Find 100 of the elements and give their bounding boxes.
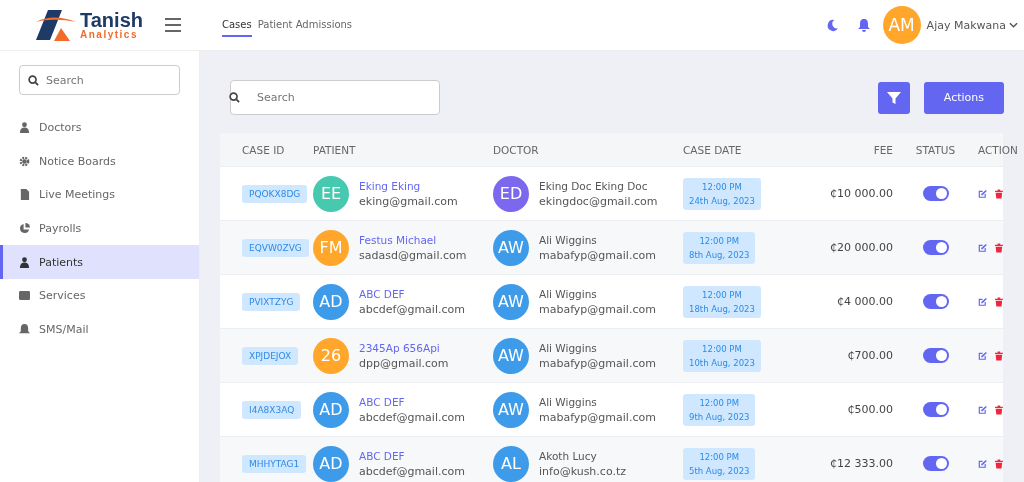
trash-icon[interactable] [995, 402, 1003, 417]
doctor-avatar: AL [493, 445, 529, 482]
doctor-email: mabafyp@gmail.com [539, 356, 656, 370]
patient-name-link[interactable]: ABC DEF [359, 287, 465, 300]
doctor-avatar: AW [493, 283, 529, 320]
search-icon [28, 74, 39, 86]
patient-avatar: AD [313, 391, 349, 428]
fee-cell-text: ₵500.00 [846, 403, 893, 416]
tab[interactable]: Cases [222, 13, 252, 37]
doctor-name: Ali Wiggins [539, 395, 598, 408]
sidebar-item[interactable]: Payrolls [0, 211, 199, 246]
trash-icon[interactable] [995, 348, 1003, 363]
filter-icon [886, 90, 901, 105]
gear-icon [19, 155, 30, 167]
user-menu[interactable]: Ajay Makwana [926, 18, 1018, 32]
status-toggle[interactable] [922, 240, 949, 255]
fee-cell-text: ₵700.00 [846, 349, 893, 362]
sidebar-item[interactable]: Doctors [0, 111, 199, 145]
case-id-badge: XPJDEJOX [242, 346, 299, 365]
case-date-badge: 12:00 PM 10th Aug, 2023 [683, 339, 761, 372]
doctor-avatar: ED [493, 175, 529, 212]
sidebar-item[interactable]: Live Meetings [0, 178, 199, 212]
doctor-name: Ali Wiggins [539, 287, 598, 300]
case-date-badge: 12:00 PM 5th Aug, 2023 [683, 447, 756, 480]
brand-subtitle: Analytics [80, 30, 139, 40]
doctor-name: Ali Wiggins [539, 341, 598, 354]
trash-icon[interactable] [995, 456, 1003, 471]
doctor-email: ekingdoc@gmail.com [539, 194, 658, 208]
document-icon [19, 189, 30, 201]
pie-chart-icon [19, 223, 30, 235]
case-id-badge: EQVW0ZVG [242, 238, 309, 257]
case-id-badge: MHHYTAG1 [242, 454, 307, 473]
search-field[interactable]: Search [230, 80, 440, 115]
sidebar-search-field[interactable]: Search [19, 65, 180, 95]
search-icon [229, 92, 240, 103]
actions-button[interactable]: Actions [923, 81, 1004, 114]
fee-cell-text: ₵20 000.00 [829, 241, 893, 254]
box-icon [19, 290, 30, 302]
sidebar-item[interactable]: Patients [0, 245, 199, 279]
tab[interactable]: Patient Admissions [257, 13, 353, 37]
person-icon [19, 122, 30, 134]
column-header: DOCTOR [493, 143, 540, 156]
doctor-avatar: AW [493, 337, 529, 374]
sidebar-item[interactable]: SMS/Mail [0, 312, 199, 347]
patient-email: abcdef@gmail.com [359, 302, 465, 316]
patient-name-link[interactable]: Eking Eking [359, 179, 458, 192]
patient-email: sadasd@gmail.com [359, 248, 467, 262]
column-header: PATIENT [313, 143, 357, 156]
patient-avatar: EE [313, 175, 349, 212]
patient-avatar: FM [313, 229, 349, 266]
patient-name-link[interactable]: ABC DEF [359, 449, 465, 462]
brand-name: Tanish [80, 10, 143, 30]
trash-icon[interactable] [995, 240, 1003, 255]
patient-name-link[interactable]: ABC DEF [359, 395, 465, 408]
column-header: CASE DATE [683, 143, 743, 156]
doctor-name: Eking Doc Eking Doc [539, 179, 649, 192]
patient-name-link[interactable]: Festus Michael [359, 233, 467, 246]
doctor-email: mabafyp@gmail.com [539, 248, 656, 262]
doctor-email: mabafyp@gmail.com [539, 410, 656, 424]
sidebar-item[interactable]: Services [0, 278, 199, 313]
case-date-badge: 12:00 PM 8th Aug, 2023 [683, 231, 756, 264]
column-header: CASE ID [241, 143, 286, 156]
status-toggle[interactable] [922, 294, 949, 309]
status-toggle[interactable] [922, 456, 949, 471]
sidebar-item[interactable]: Notice Boards [0, 144, 199, 179]
doctor-email: mabafyp@gmail.com [539, 302, 656, 316]
case-id-badge: PQOKX8DG [242, 184, 308, 203]
patient-avatar: AD [313, 445, 349, 482]
doctor-avatar: AW [493, 391, 529, 428]
fee-cell-text: ₵4 000.00 [836, 295, 893, 308]
filter-button[interactable] [877, 81, 910, 114]
case-id-badge: PVIXTZYG [242, 292, 301, 311]
trash-icon[interactable] [995, 186, 1003, 201]
patient-email: abcdef@gmail.com [359, 464, 465, 478]
caret-icon [1009, 22, 1018, 28]
status-toggle[interactable] [922, 402, 949, 417]
case-id-badge: I4A8X3AQ [242, 400, 302, 419]
patient-avatar: 26 [313, 337, 349, 374]
fee-cell-text: ₵10 000.00 [829, 187, 893, 200]
column-header: STATUS [914, 143, 957, 156]
moon-icon[interactable] [825, 18, 839, 32]
case-date-badge: 12:00 PM 18th Aug, 2023 [683, 285, 761, 318]
doctor-name: Akoth Lucy [539, 449, 598, 462]
patient-name-link[interactable]: 2345Ap 656Api [359, 341, 449, 354]
column-header: ACTION [978, 143, 1019, 156]
patient-email: eking@gmail.com [359, 194, 458, 208]
bell-icon[interactable] [856, 18, 871, 32]
fee-cell-text: ₵12 333.00 [829, 457, 893, 470]
menu-icon[interactable] [164, 18, 181, 32]
doctor-email: info@kush.co.tz [539, 464, 626, 478]
trash-icon[interactable] [995, 294, 1003, 309]
status-toggle[interactable] [922, 348, 949, 363]
status-toggle[interactable] [922, 186, 949, 201]
case-date-badge: 12:00 PM 24th Aug, 2023 [683, 177, 761, 210]
bell-icon [19, 323, 30, 335]
doctor-avatar: AW [493, 229, 529, 266]
patient-avatar: AD [313, 283, 349, 320]
case-date-badge: 12:00 PM 9th Aug, 2023 [683, 393, 756, 426]
person-icon [19, 256, 30, 268]
doctor-name: Ali Wiggins [539, 233, 598, 246]
